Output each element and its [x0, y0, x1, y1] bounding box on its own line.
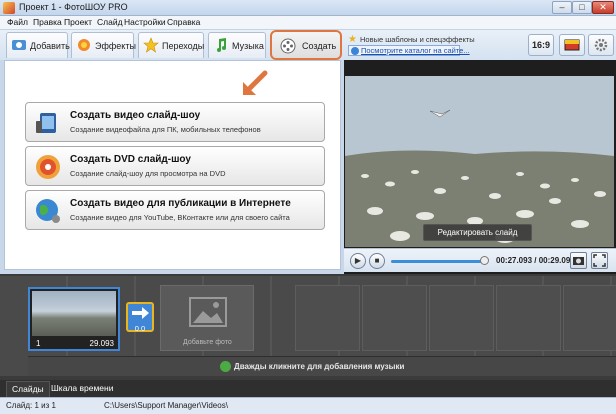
tab-create-label: Создать: [302, 41, 337, 51]
dvd-disc-icon: [36, 155, 60, 179]
create-video-title: Создать видео слайд-шоу: [70, 110, 201, 121]
add-photo-icon: [12, 40, 26, 50]
camera-icon: [573, 257, 584, 265]
music-note-icon: [217, 38, 226, 52]
music-track[interactable]: Дважды кликните для добавления музыки: [28, 356, 616, 376]
empty-slot: [496, 285, 561, 351]
arrow-right-icon: [132, 307, 149, 319]
tab-effects[interactable]: Эффекты: [71, 32, 136, 58]
minimize-button[interactable]: –: [552, 1, 572, 14]
create-video-subtitle: Создание видеофайла для ПК, мобильных те…: [70, 125, 261, 134]
news-panel: ★ Новые шаблоны и спецэффекты Посмотрите…: [348, 34, 475, 56]
create-dvd-button[interactable]: Создать DVD слайд-шоу Создание слайд-шоу…: [25, 146, 325, 186]
status-path: C:\Users\Support Manager\Videos\: [104, 401, 228, 410]
slide-number: 1: [36, 339, 41, 348]
picture-placeholder-icon: [189, 297, 227, 327]
add-photo-label: Добавьте фото: [183, 339, 232, 346]
gear-icon: [594, 38, 608, 52]
maximize-button[interactable]: □: [572, 1, 592, 14]
star-icon: [143, 37, 159, 53]
empty-slot: [295, 285, 360, 351]
edit-slide-button[interactable]: Редактировать слайд: [423, 224, 532, 241]
menu-slide[interactable]: Слайд: [97, 17, 123, 27]
tab-slides[interactable]: Слайды: [6, 381, 50, 397]
tab-create[interactable]: Создать: [270, 30, 342, 60]
play-button[interactable]: ▶: [350, 253, 366, 269]
settings-button[interactable]: [588, 34, 614, 56]
play-icon: ▶: [354, 256, 362, 265]
empty-slot: [429, 285, 494, 351]
music-add-icon: [220, 361, 231, 372]
fullscreen-icon: [593, 254, 606, 267]
tab-transitions-label: Переходы: [162, 41, 205, 51]
tab-timeline[interactable]: Шкала времени: [46, 381, 118, 397]
news-link-label: Посмотрите каталог на сайте...: [361, 46, 470, 55]
stop-button[interactable]: ■: [369, 253, 385, 269]
create-dvd-title: Создать DVD слайд-шоу: [70, 154, 191, 165]
menu-edit[interactable]: Правка: [33, 17, 62, 27]
picture-icon: [564, 39, 580, 51]
effects-icon: [78, 39, 90, 51]
snapshot-button[interactable]: [570, 252, 587, 269]
tab-add[interactable]: Добавить: [6, 32, 70, 58]
menu-settings[interactable]: Настройки: [124, 17, 166, 27]
menu-file[interactable]: Файл: [7, 17, 28, 27]
slide-image: [32, 291, 116, 336]
background-image-button[interactable]: [559, 34, 585, 56]
preview-scene: [345, 76, 614, 247]
video-device-icon: [36, 113, 56, 133]
playback-thumb[interactable]: [480, 256, 489, 265]
transition-tile[interactable]: 0.0: [126, 302, 154, 333]
create-web-video-button[interactable]: Создать видео для публикации в Интернете…: [25, 190, 325, 230]
news-link[interactable]: Посмотрите каталог на сайте...: [348, 45, 470, 56]
edit-slide-label: Редактировать слайд: [437, 228, 518, 237]
create-web-video-subtitle: Создание видео для YouTube, ВКонтакте ил…: [70, 213, 290, 222]
slide-thumbnail[interactable]: 1 29.093: [28, 287, 120, 351]
music-hint: Дважды кликните для добавления музыки: [234, 362, 405, 371]
main-tabs: Добавить Эффекты Переходы Музыка Создать: [0, 30, 616, 60]
menu-bar: Файл Правка Проект Слайд Настройки Справ…: [0, 16, 616, 30]
create-dvd-subtitle: Создание слайд-шоу для просмотра на DVD: [70, 169, 226, 178]
title-bar: Проект 1 - ФотоШОУ PRO – □ ✕: [0, 0, 616, 16]
tab-transitions[interactable]: Переходы: [138, 32, 204, 58]
create-panel: Создать видео слайд-шоу Создание видеофа…: [4, 60, 341, 270]
info-icon: [351, 47, 359, 55]
news-title: Новые шаблоны и спецэффекты: [360, 35, 475, 44]
tab-effects-label: Эффекты: [95, 41, 136, 51]
tab-music[interactable]: Музыка: [208, 32, 266, 58]
aspect-ratio-button[interactable]: 16:9: [528, 34, 554, 56]
globe-icon: [36, 199, 60, 223]
menu-project[interactable]: Проект: [64, 17, 92, 27]
slide-duration: 29.093: [89, 339, 114, 348]
app-icon: [3, 2, 15, 14]
status-slide: Слайд: 1 из 1: [6, 401, 56, 410]
film-reel-icon: [280, 38, 296, 54]
fullscreen-button[interactable]: [591, 252, 608, 269]
status-bar: Слайд: 1 из 1 C:\Users\Support Manager\V…: [0, 397, 616, 414]
add-photo-slot[interactable]: Добавьте фото: [160, 285, 254, 351]
create-web-video-title: Создать видео для публикации в Интернете: [70, 198, 291, 209]
empty-slot: [563, 285, 616, 351]
playback-controls: ▶ ■ 00:27.093 / 00:29.093: [344, 248, 616, 272]
menu-help[interactable]: Справка: [167, 17, 200, 27]
news-star-icon: ★: [348, 34, 357, 45]
preview-image: [345, 76, 614, 247]
tab-add-label: Добавить: [30, 41, 70, 51]
empty-slot: [362, 285, 427, 351]
close-button[interactable]: ✕: [592, 1, 614, 14]
arrow-pointer-icon: [243, 70, 268, 95]
window-title: Проект 1 - ФотоШОУ PRO: [19, 2, 128, 12]
playback-progress[interactable]: [391, 260, 483, 263]
create-video-button[interactable]: Создать видео слайд-шоу Создание видеофа…: [25, 102, 325, 142]
transition-duration: 0.0: [134, 324, 146, 333]
tab-music-label: Музыка: [232, 41, 264, 51]
playback-time: 00:27.093 / 00:29.093: [496, 256, 575, 265]
stop-icon: ■: [374, 256, 380, 265]
view-tabs: Слайды Шкала времени: [0, 380, 616, 397]
